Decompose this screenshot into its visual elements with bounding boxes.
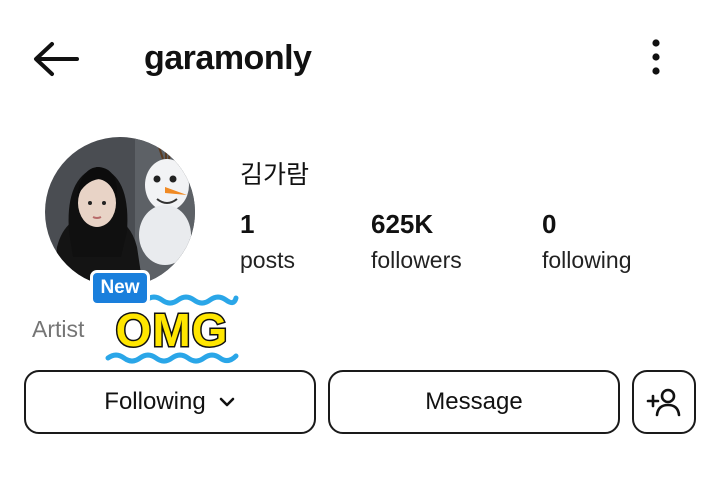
- avatar[interactable]: [45, 137, 195, 287]
- profile-screen: garamonly Artist OMG New 김가람 1 posts 625…: [0, 0, 719, 480]
- posts-count: 1: [240, 209, 255, 239]
- stat-followers[interactable]: 625K followers: [371, 210, 462, 273]
- back-button[interactable]: [30, 36, 82, 82]
- page-title: garamonly: [144, 39, 312, 77]
- omg-text: OMG: [116, 304, 229, 356]
- more-vertical-icon: [652, 39, 660, 75]
- followers-label: followers: [371, 247, 462, 273]
- display-name: 김가람: [240, 161, 310, 189]
- stat-posts[interactable]: 1 posts: [240, 210, 295, 273]
- chevron-down-icon: [219, 397, 234, 407]
- new-badge: New: [90, 270, 150, 306]
- message-button-label: Message: [425, 388, 523, 415]
- following-count: 0: [542, 209, 557, 239]
- following-button-label: Following: [104, 388, 206, 415]
- posts-label: posts: [240, 247, 295, 273]
- arrow-left-icon: [34, 42, 79, 76]
- stat-following[interactable]: 0 following: [542, 210, 632, 273]
- following-button[interactable]: Following: [24, 370, 316, 434]
- followers-count: 625K: [371, 209, 434, 239]
- message-button[interactable]: Message: [328, 370, 620, 434]
- add-person-icon: [646, 388, 681, 417]
- more-options-button[interactable]: [640, 36, 672, 78]
- add-user-button[interactable]: [632, 370, 696, 434]
- profile-category: Artist: [32, 316, 85, 342]
- following-label: following: [542, 247, 632, 273]
- profile-photo: [45, 137, 195, 287]
